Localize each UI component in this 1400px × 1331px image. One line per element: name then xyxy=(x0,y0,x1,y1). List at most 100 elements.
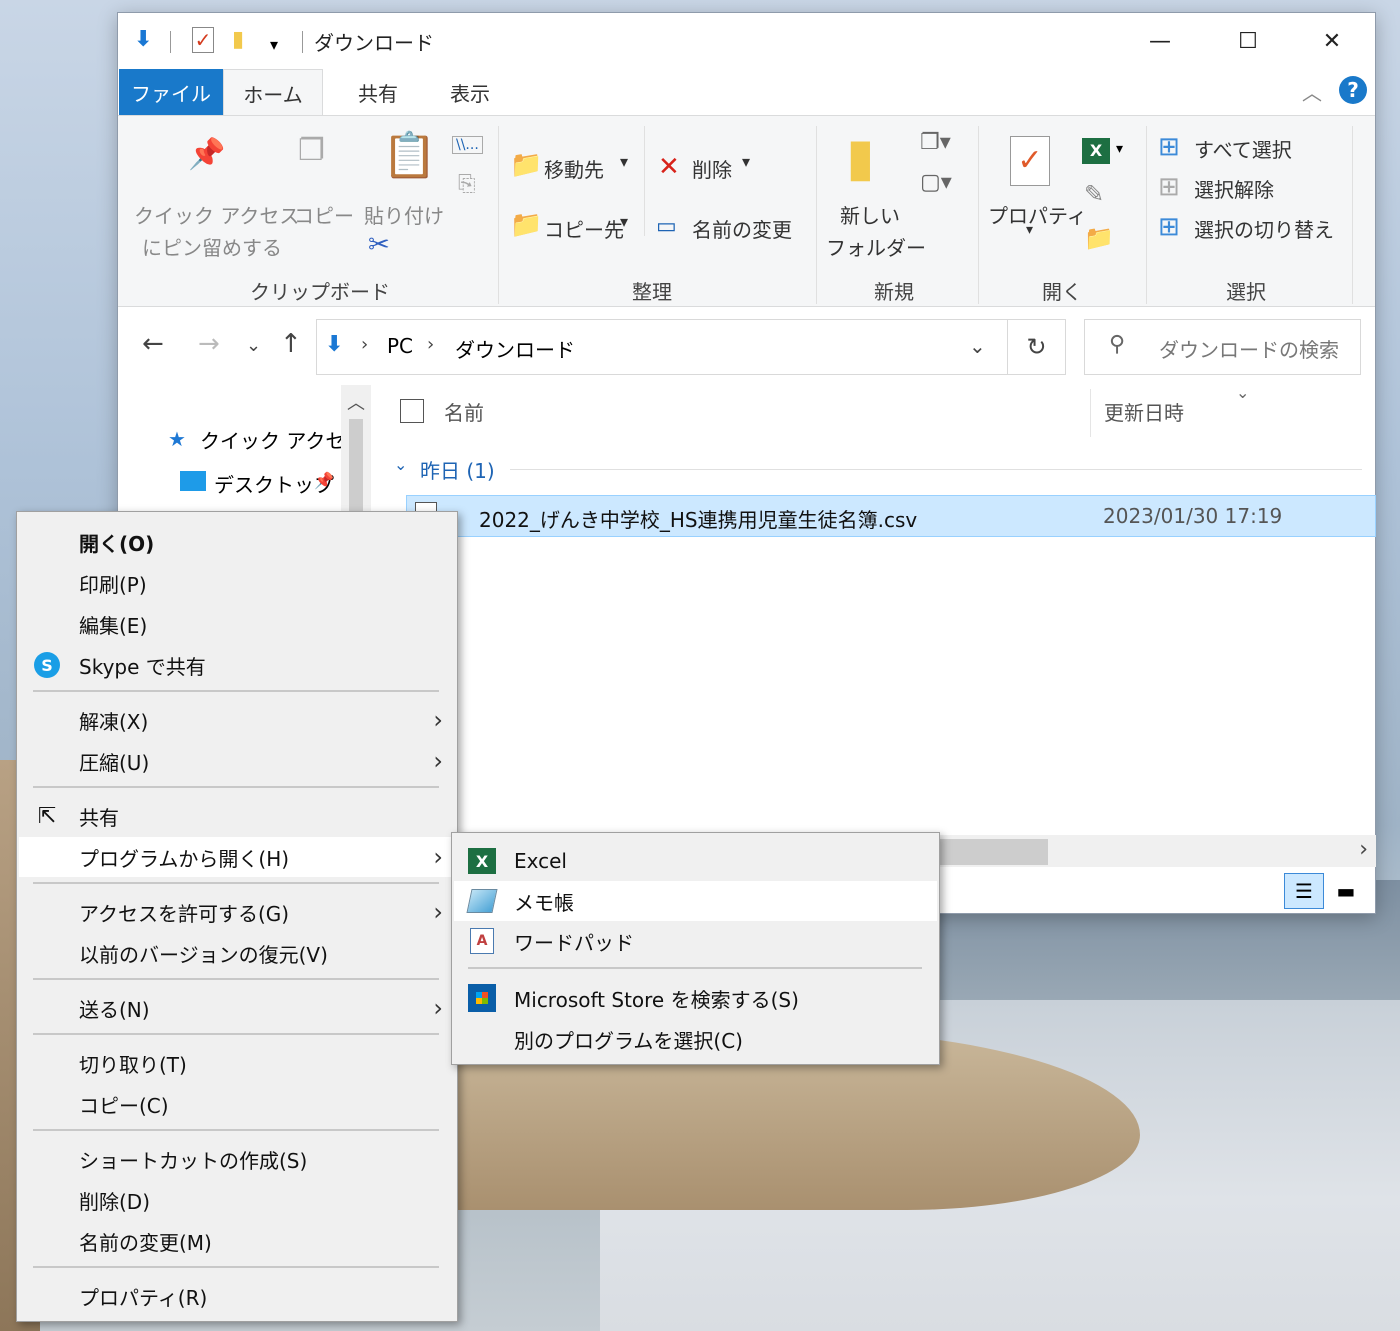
table-row[interactable]: a 2022_げんき中学校_HS連携用児童生徒名簿.csv 2023/01/30… xyxy=(406,495,1376,537)
rename-icon: ▭ xyxy=(656,214,677,239)
submenu-notepad[interactable]: メモ帳 xyxy=(454,881,937,921)
rename-button[interactable]: 名前の変更 xyxy=(692,214,792,243)
menu-properties[interactable]: プロパティ(R) xyxy=(19,1276,455,1316)
large-icons-view-icon[interactable]: ▬ xyxy=(1326,873,1366,909)
properties-quick-icon[interactable]: ✓ xyxy=(192,27,214,53)
ribbon: 📌 クイック アクセス にピン留めする ❐ コピー 📋 貼り付け \\... ⎘… xyxy=(118,115,1375,307)
copy-to-dropdown-icon[interactable]: ▾ xyxy=(620,212,628,231)
address-dropdown-icon[interactable]: ⌄ xyxy=(969,334,986,358)
skype-icon: S xyxy=(33,651,61,679)
close-button[interactable]: ✕ xyxy=(1288,13,1376,69)
ribbon-tabs: ファイル ホーム 共有 表示 ︿ ? xyxy=(118,69,1375,116)
open-group-label: 開く xyxy=(1042,280,1082,304)
tab-view[interactable]: 表示 xyxy=(420,69,520,115)
menu-rename[interactable]: 名前の変更(M) xyxy=(19,1221,455,1261)
tab-home[interactable]: ホーム xyxy=(223,69,323,116)
menu-print[interactable]: 印刷(P) xyxy=(19,563,455,603)
new-folder-quick-icon[interactable]: ▮ xyxy=(232,27,244,52)
menu-compress[interactable]: 圧縮(U) › xyxy=(19,741,455,781)
submenu-arrow-icon: › xyxy=(433,994,443,1022)
column-date[interactable]: 更新日時 xyxy=(1104,397,1184,426)
submenu-choose-program[interactable]: 別のプログラムを選択(C) xyxy=(454,1019,937,1059)
menu-restore-versions[interactable]: 以前のバージョンの復元(V) xyxy=(19,933,455,973)
menu-extract[interactable]: 解凍(X) › xyxy=(19,700,455,740)
move-to-dropdown-icon[interactable]: ▾ xyxy=(620,152,628,171)
menu-skype-share[interactable]: S Skype で共有 xyxy=(19,645,455,685)
download-location-icon: ⬇ xyxy=(325,332,344,357)
excel-open-icon[interactable]: X xyxy=(1082,138,1110,164)
recent-locations-icon[interactable]: ⌄ xyxy=(246,335,261,356)
back-arrow-icon[interactable]: ← xyxy=(142,329,164,359)
menu-edit[interactable]: 編集(E) xyxy=(19,604,455,644)
sort-chevron-icon: ⌄ xyxy=(1236,383,1250,402)
menu-share[interactable]: ⇱ 共有 xyxy=(19,796,455,836)
select-all-icon: ⊞ xyxy=(1158,132,1180,162)
submenu-arrow-icon: › xyxy=(433,747,443,775)
download-arrow-icon: ⬇ xyxy=(134,27,153,52)
group-yesterday[interactable]: 昨日 (1) xyxy=(420,455,495,484)
maximize-button[interactable]: ☐ xyxy=(1204,13,1292,69)
column-name[interactable]: 名前 xyxy=(444,397,484,426)
paste-shortcut-icon[interactable]: ⎘ xyxy=(458,174,476,196)
refresh-button[interactable]: ↻ xyxy=(1008,319,1066,375)
pin-quick-access-button[interactable]: クイック アクセス xyxy=(134,200,299,229)
notepad-icon xyxy=(466,887,498,915)
breadcrumb-pc[interactable]: PC xyxy=(387,334,413,358)
nav-scrollbar[interactable]: ︿ xyxy=(341,385,371,515)
collapse-ribbon-icon[interactable]: ︿ xyxy=(1302,77,1322,106)
properties-button[interactable]: プロパティ xyxy=(988,200,1087,229)
menu-cut[interactable]: 切り取り(T) xyxy=(19,1043,455,1083)
search-box[interactable]: ⚲ ダウンロードの検索 xyxy=(1084,319,1361,375)
move-to-button[interactable]: 移動先 xyxy=(544,154,604,183)
address-field[interactable]: ⬇ › PC › ダウンロード ⌄ xyxy=(316,319,1008,375)
nav-scrollbar-thumb[interactable] xyxy=(349,419,363,515)
select-none-button[interactable]: 選択解除 xyxy=(1194,174,1274,203)
copy-path-icon[interactable]: \\... xyxy=(452,136,483,154)
menu-send-to[interactable]: 送る(N) › xyxy=(19,988,455,1028)
group-collapse-icon[interactable]: ⌄ xyxy=(394,455,407,474)
scroll-up-icon[interactable]: ︿ xyxy=(347,389,365,415)
new-item-icon[interactable]: ❐▾ xyxy=(920,132,951,154)
copy-icon: ❐ xyxy=(298,133,325,168)
tab-share[interactable]: 共有 xyxy=(328,69,428,115)
menu-copy[interactable]: コピー(C) xyxy=(19,1084,455,1124)
forward-arrow-icon[interactable]: → xyxy=(198,329,220,359)
open-dropdown-icon[interactable]: ▾ xyxy=(1116,142,1123,156)
delete-button[interactable]: 削除 xyxy=(692,154,732,183)
submenu-excel[interactable]: X Excel xyxy=(454,841,937,881)
submenu-microsoft-store[interactable]: Microsoft Store を検索する(S) xyxy=(454,978,937,1018)
window-title: ダウンロード xyxy=(314,31,434,55)
file-name[interactable]: 2022_げんき中学校_HS連携用児童生徒名簿.csv xyxy=(479,504,917,533)
easy-access-icon[interactable]: ▢▾ xyxy=(920,172,952,194)
delete-dropdown-icon[interactable]: ▾ xyxy=(742,152,750,171)
select-all-checkbox[interactable] xyxy=(400,399,424,423)
new-folder-button[interactable]: 新しい xyxy=(840,200,900,229)
share-icon: ⇱ xyxy=(37,803,57,829)
select-all-button[interactable]: すべて選択 xyxy=(1194,134,1292,163)
history-icon[interactable]: 📁 xyxy=(1084,226,1114,250)
delete-icon: ✕ xyxy=(658,152,680,182)
scroll-right-icon[interactable]: › xyxy=(1359,837,1368,862)
invert-selection-button[interactable]: 選択の切り替え xyxy=(1194,214,1334,243)
minimize-button[interactable]: — xyxy=(1116,13,1204,69)
navigation-pane: ★ クイック アクセス デスクトップ 📌 xyxy=(118,385,370,515)
menu-open-with[interactable]: プログラムから開く(H) › xyxy=(19,837,455,877)
help-icon[interactable]: ? xyxy=(1339,76,1367,104)
cut-icon[interactable]: ✂ xyxy=(368,232,390,258)
copy-button[interactable]: コピー xyxy=(294,200,354,229)
details-view-icon[interactable]: ☰ xyxy=(1284,873,1324,909)
menu-open[interactable]: 開く(O) xyxy=(19,522,455,562)
breadcrumb-downloads[interactable]: ダウンロード xyxy=(455,334,575,363)
up-arrow-icon[interactable]: ↑ xyxy=(280,329,302,359)
menu-grant-access[interactable]: アクセスを許可する(G) › xyxy=(19,892,455,932)
menu-create-shortcut[interactable]: ショートカットの作成(S) xyxy=(19,1139,455,1179)
tab-file[interactable]: ファイル xyxy=(119,69,223,115)
paste-button[interactable]: 貼り付け xyxy=(364,200,444,229)
submenu-wordpad[interactable]: A ワードパッド xyxy=(454,921,937,961)
customize-quick-access-icon[interactable]: ▾ xyxy=(270,35,278,54)
menu-delete[interactable]: 削除(D) xyxy=(19,1180,455,1220)
edit-icon[interactable]: ✎ xyxy=(1084,182,1104,206)
copy-to-button[interactable]: コピー先 xyxy=(544,214,624,243)
microsoft-store-icon xyxy=(468,984,496,1012)
properties-dropdown-icon[interactable]: ▾ xyxy=(1026,222,1033,238)
